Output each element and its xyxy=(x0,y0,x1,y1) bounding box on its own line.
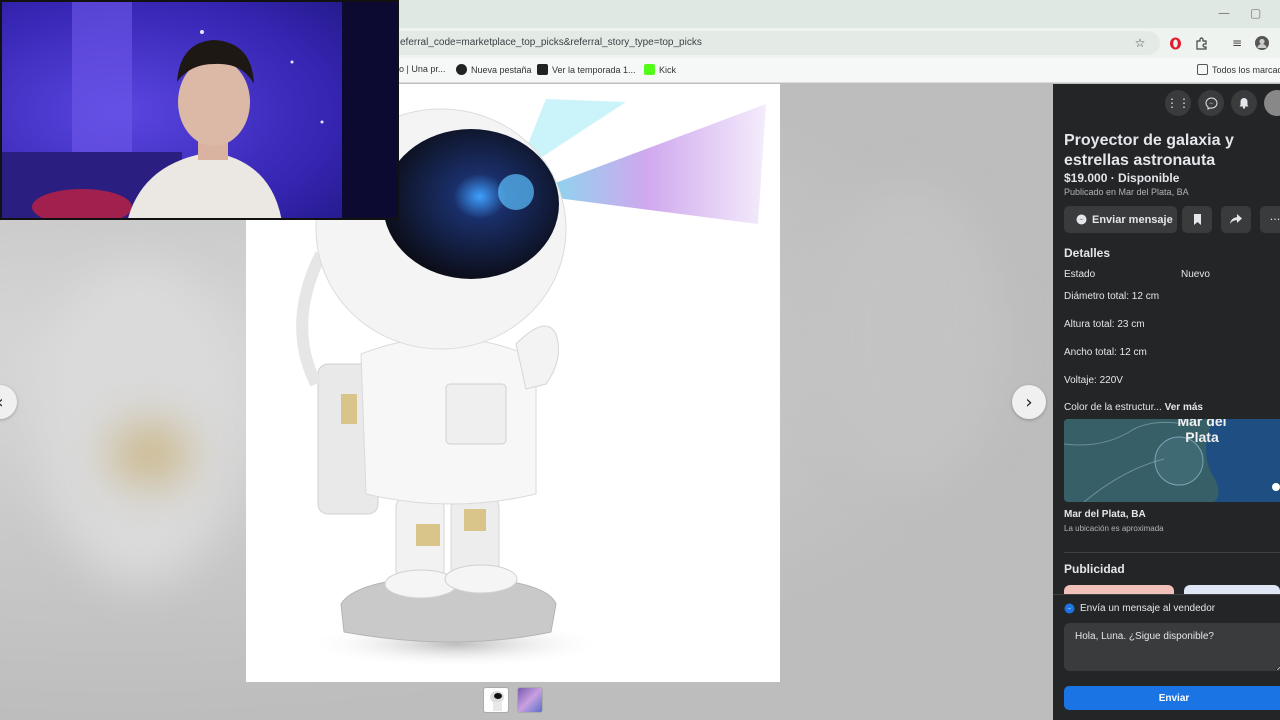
detail-color: Color de la estructur... Ver más xyxy=(1064,402,1203,413)
color-line: Color de la estructur... xyxy=(1064,402,1162,413)
bookmark-label: Kick xyxy=(659,64,677,75)
thumbnail-galaxy[interactable] xyxy=(517,687,543,713)
estado-label: Estado xyxy=(1064,269,1096,280)
thumbnail-astronaut[interactable] xyxy=(483,687,509,713)
ads-strip xyxy=(1064,581,1280,595)
listing-posted-location: Publicado en Mar del Plata, BA xyxy=(1064,187,1189,197)
listing-price: $19.000 · Disponible xyxy=(1064,171,1180,185)
bookmark-temporada[interactable]: Ver la temporada 1... xyxy=(537,64,636,75)
github-icon xyxy=(456,64,467,75)
send-heading-label: Envía un mensaje al vendedor xyxy=(1080,603,1216,614)
profile-icon[interactable] xyxy=(1254,35,1270,51)
location-map[interactable]: Mar del Plata xyxy=(1064,419,1280,502)
bookmark-una[interactable]: o | Una pr... xyxy=(399,64,445,74)
all-bookmarks-label: Todos los marcado xyxy=(1212,64,1280,75)
ads-heading: Publicidad xyxy=(1064,562,1125,576)
bookmark-nueva-pestana[interactable]: Nueva pestaña xyxy=(456,64,532,75)
messenger-icon[interactable] xyxy=(1198,90,1224,116)
estado-value: Nuevo xyxy=(1181,269,1210,280)
send-message-button[interactable]: Enviar mensaje xyxy=(1064,206,1177,233)
detail-voltaje: Voltaje: 220V xyxy=(1064,375,1123,386)
messenger-icon xyxy=(1076,214,1087,225)
share-button[interactable] xyxy=(1221,206,1251,233)
messenger-icon xyxy=(1064,603,1075,614)
map-city-label: Mar del Plata xyxy=(1177,419,1227,445)
menu-grid-icon[interactable]: ⋮⋮ xyxy=(1165,90,1191,116)
play-icon xyxy=(537,64,548,75)
more-options-button[interactable]: ··· xyxy=(1260,206,1280,233)
location-note: La ubicación es aproximada xyxy=(1064,524,1164,533)
detail-ancho: Ancho total: 12 cm xyxy=(1064,347,1147,358)
message-input[interactable]: Hola, Luna. ¿Sigue disponible? xyxy=(1064,623,1280,671)
webcam-overlay xyxy=(0,0,399,220)
listing-title: Proyector de galaxia y estrellas astrona… xyxy=(1064,132,1234,169)
next-photo-button[interactable]: › xyxy=(1012,385,1046,419)
opera-icon[interactable] xyxy=(1167,35,1183,51)
location-name: Mar del Plata, BA xyxy=(1064,509,1146,520)
kick-icon xyxy=(644,64,655,75)
panel-top-bar: ⋮⋮ xyxy=(1053,84,1280,122)
bookmark-kick[interactable]: Kick xyxy=(644,64,676,75)
send-message-label: Enviar mensaje xyxy=(1092,213,1173,226)
restore-button[interactable]: ▢ xyxy=(1250,6,1261,20)
all-bookmarks[interactable]: Todos los marcado xyxy=(1197,64,1280,75)
bookmark-label: Ver la temporada 1... xyxy=(552,64,636,75)
blurred-background xyxy=(110,424,190,484)
folder-icon xyxy=(1197,64,1208,75)
url-text[interactable]: eferral_code=marketplace_top_picks&refer… xyxy=(400,37,702,48)
blurred-background xyxy=(820,184,1000,484)
thumbnail-strip xyxy=(483,687,543,713)
bookmark-icon xyxy=(1193,214,1201,225)
media-icon[interactable]: ≡ xyxy=(1229,35,1245,51)
star-icon[interactable]: ☆ xyxy=(1132,35,1148,51)
bookmark-label: Nueva pestaña xyxy=(471,64,532,75)
bell-icon[interactable] xyxy=(1231,90,1257,116)
extensions-icon[interactable] xyxy=(1193,35,1209,51)
avatar[interactable] xyxy=(1264,90,1280,116)
send-message-heading: Envía un mensaje al vendedor xyxy=(1064,603,1215,614)
divider xyxy=(1064,552,1280,553)
minimize-button[interactable]: — xyxy=(1218,6,1230,20)
detail-diametro: Diámetro total: 12 cm xyxy=(1064,291,1160,302)
share-icon xyxy=(1230,214,1242,224)
details-heading: Detalles xyxy=(1064,246,1111,260)
send-message-box: Envía un mensaje al vendedor Hola, Luna.… xyxy=(1053,594,1280,720)
detail-altura: Altura total: 23 cm xyxy=(1064,319,1145,330)
send-button[interactable]: Enviar xyxy=(1064,686,1280,710)
listing-panel: ⋮⋮ Proyector de galaxia y estrellas astr… xyxy=(1053,84,1280,720)
save-button[interactable] xyxy=(1182,206,1212,233)
ver-mas-link[interactable]: Ver más xyxy=(1165,402,1203,413)
bookmark-label: o | Una pr... xyxy=(399,64,446,74)
